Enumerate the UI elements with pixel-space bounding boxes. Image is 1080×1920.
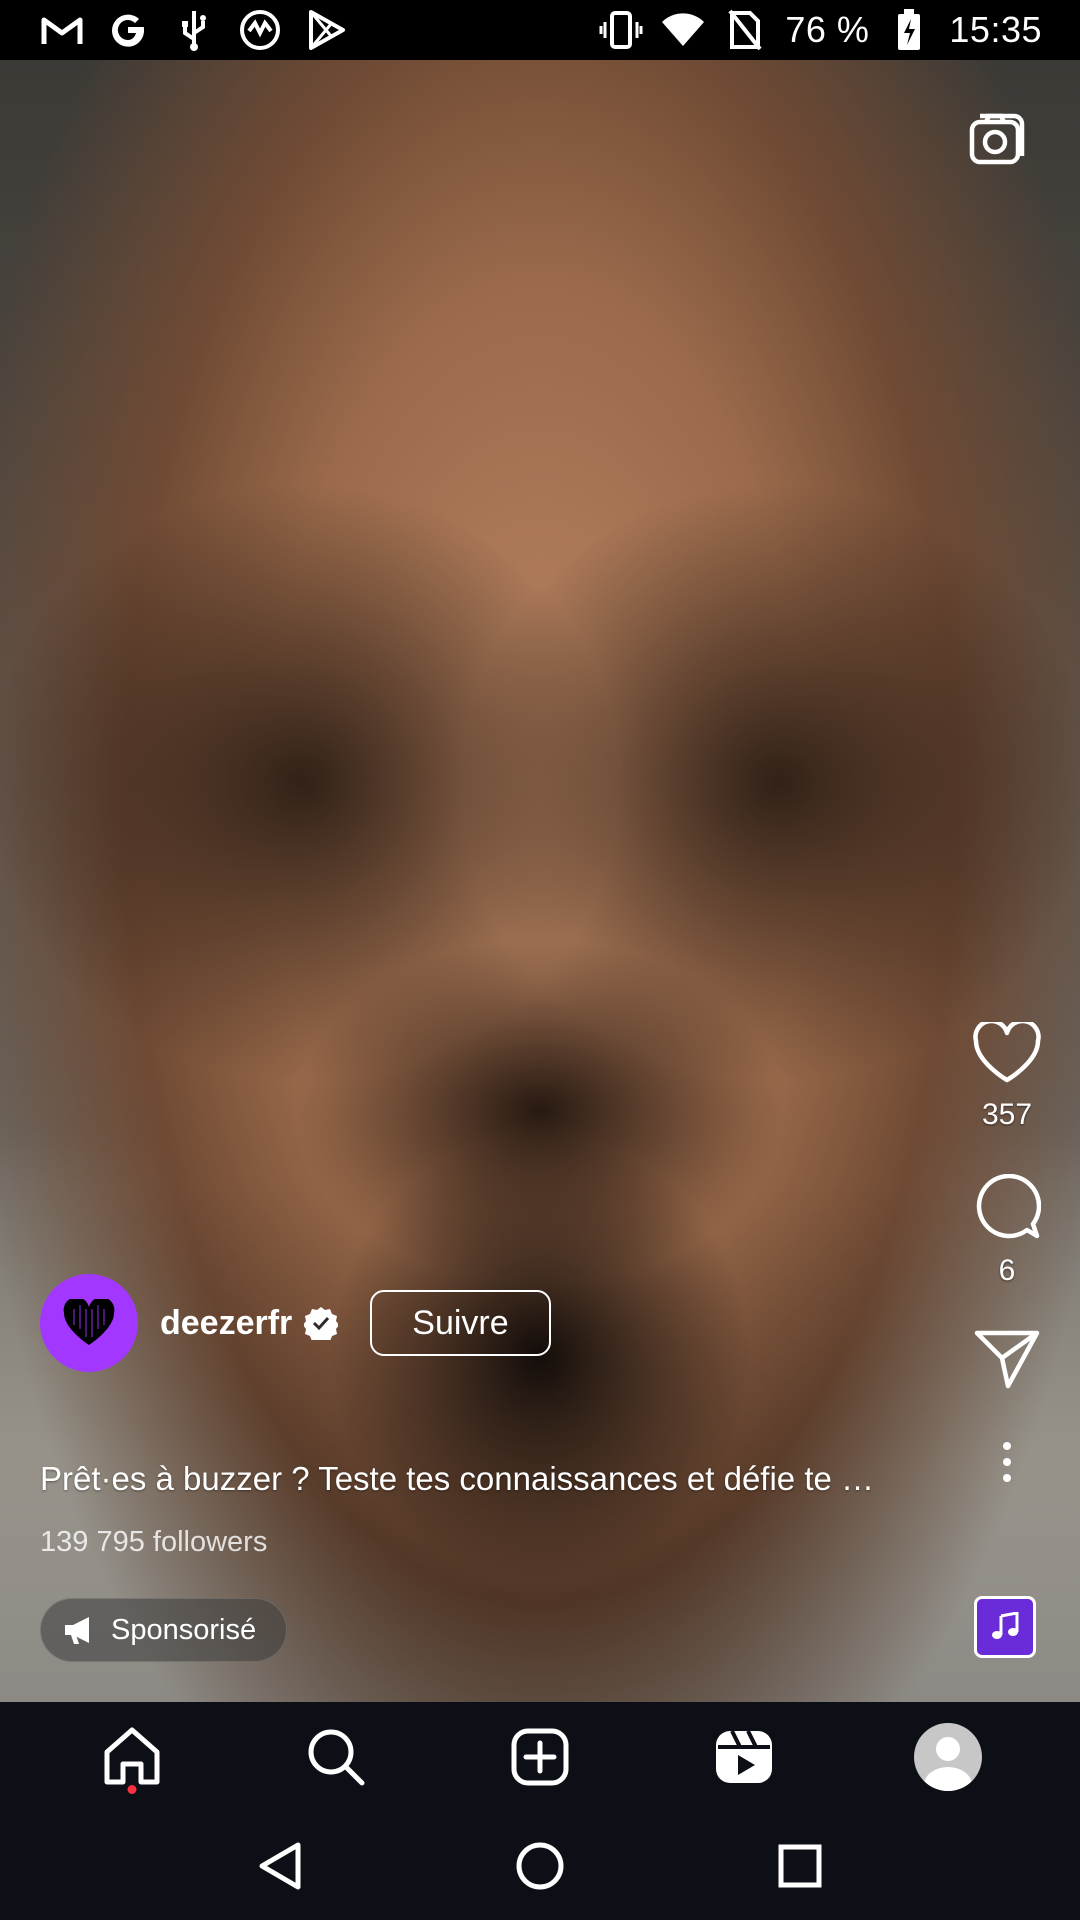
reel-actions: 357 6 <box>962 1022 1052 1484</box>
vpn-icon <box>238 8 282 52</box>
megaphone-icon <box>65 1617 89 1644</box>
clock: 15:35 <box>949 9 1042 50</box>
system-home-button[interactable] <box>500 1826 580 1906</box>
status-left-icons <box>40 8 348 52</box>
camera-icon[interactable] <box>968 108 1030 170</box>
play-store-icon <box>304 8 348 52</box>
nav-profile[interactable] <box>893 1702 1003 1812</box>
audio-track-thumbnail[interactable] <box>974 1596 1036 1658</box>
back-icon <box>259 1842 301 1890</box>
heart-icon <box>973 1022 1041 1083</box>
system-recents-button[interactable] <box>760 1826 840 1906</box>
share-button[interactable] <box>974 1328 1040 1390</box>
more-vertical-icon <box>1003 1442 1011 1482</box>
verified-badge-icon <box>304 1307 339 1340</box>
follower-count: 139 795 followers <box>40 1526 268 1558</box>
sponsored-label: Sponsorisé <box>111 1613 257 1646</box>
home-icon <box>104 1727 160 1785</box>
author-username[interactable]: deezerfr <box>160 1304 292 1343</box>
comment-icon <box>976 1174 1041 1239</box>
nav-create[interactable] <box>485 1702 595 1812</box>
author-avatar[interactable] <box>40 1274 138 1372</box>
follow-button[interactable]: Suivre <box>370 1290 551 1356</box>
post-author-row: deezerfr Suivre <box>40 1274 551 1372</box>
post-caption[interactable]: Prêt·es à buzzer ? Teste tes connaissanc… <box>40 1460 950 1498</box>
recents-icon <box>778 1844 822 1888</box>
battery-percent: 76 % <box>785 9 870 50</box>
usb-icon <box>172 8 216 52</box>
send-icon <box>974 1330 1040 1389</box>
bottom-navigation <box>0 1702 1080 1812</box>
status-bar: 76 % 15:35 <box>0 0 1080 60</box>
create-icon <box>511 1728 569 1786</box>
music-note-icon <box>992 1612 1019 1639</box>
reel-video[interactable] <box>0 60 1080 1702</box>
profile-avatar <box>914 1723 982 1791</box>
like-count: 357 <box>981 1098 1033 1131</box>
battery-charging-icon <box>887 8 931 52</box>
home-circle-icon <box>516 1842 564 1890</box>
default-avatar-icon <box>924 1737 972 1791</box>
comment-count: 6 <box>998 1254 1016 1287</box>
system-navigation-bar <box>0 1812 1080 1920</box>
comment-button[interactable]: 6 <box>973 1174 1041 1288</box>
notification-dot <box>127 1785 137 1794</box>
gmail-icon <box>40 8 84 52</box>
system-back-button[interactable] <box>240 1826 320 1906</box>
like-button[interactable]: 357 <box>972 1022 1042 1132</box>
nav-home[interactable] <box>77 1702 187 1812</box>
status-right-icons: 76 % 15:35 <box>599 8 1042 52</box>
more-options-button[interactable] <box>1000 1440 1014 1484</box>
sponsored-badge[interactable]: Sponsorisé <box>40 1598 288 1662</box>
reels-icon <box>716 1730 772 1783</box>
google-icon <box>106 8 150 52</box>
deezer-heart-logo-icon <box>63 1299 115 1345</box>
vibrate-icon <box>599 8 643 52</box>
no-sim-icon <box>723 8 767 52</box>
nav-search[interactable] <box>281 1702 391 1812</box>
wifi-icon <box>661 8 705 52</box>
search-icon <box>308 1729 365 1786</box>
nav-reels[interactable] <box>689 1702 799 1812</box>
